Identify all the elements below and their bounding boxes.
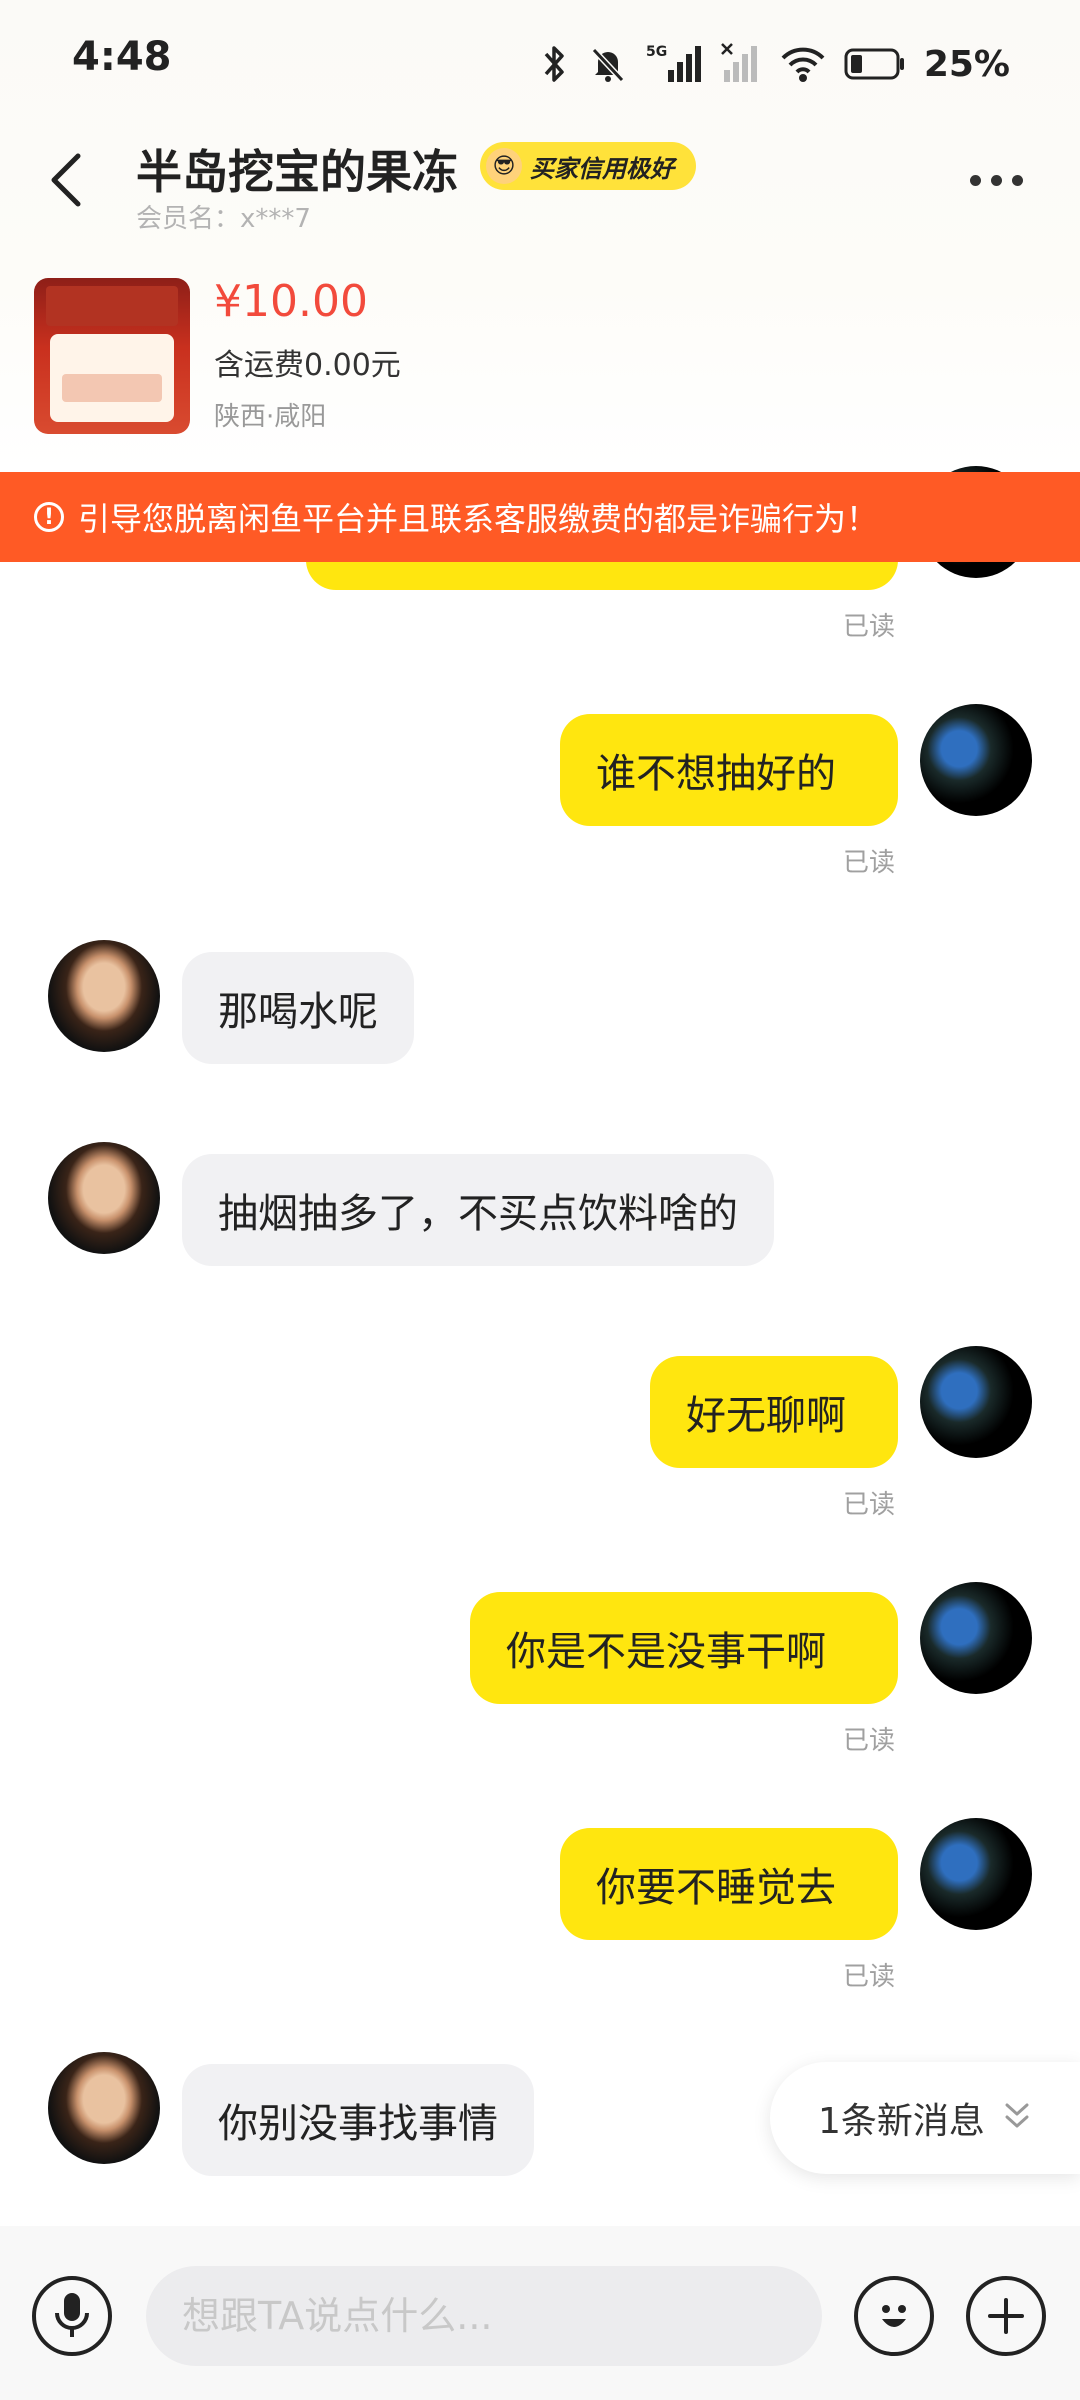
battery-percent: 25% — [923, 43, 1010, 85]
avatar-me[interactable] — [920, 1818, 1032, 1930]
message-bubble[interactable]: 好无聊啊 — [650, 1356, 898, 1468]
wifi-icon — [781, 47, 825, 82]
back-button[interactable] — [46, 150, 86, 210]
more-actions-button[interactable] — [966, 2276, 1046, 2356]
signal-5g-icon: 5G — [646, 44, 701, 82]
avatar-me[interactable] — [920, 1346, 1032, 1458]
emoji-button[interactable] — [854, 2276, 934, 2356]
message-bubble[interactable]: 你别没事找事情 — [182, 2064, 534, 2176]
microphone-icon — [55, 2293, 89, 2337]
message-input[interactable] — [146, 2266, 822, 2366]
credit-badge-label: 买家信用极好 — [530, 154, 674, 183]
more-dot-icon — [1012, 174, 1023, 186]
product-thumbnail[interactable] — [34, 278, 190, 434]
read-receipt: 已读 — [843, 1962, 896, 1992]
voice-input-button[interactable] — [32, 2276, 112, 2356]
product-location: 陕西·咸阳 — [214, 402, 327, 432]
product-shipping: 含运费0.00元 — [214, 348, 401, 383]
more-options-button[interactable] — [970, 160, 1040, 200]
credit-badge: 😎 买家信用极好 — [480, 142, 696, 190]
plus-icon — [988, 2298, 1024, 2334]
bell-muted-icon — [591, 47, 625, 83]
message-bubble[interactable]: 那喝水呢 — [182, 952, 414, 1064]
thumbnail-banner — [46, 286, 178, 326]
message-bubble[interactable]: 抽烟抽多了，不买点饮料啥的 — [182, 1154, 774, 1266]
thumbnail-button — [62, 374, 162, 402]
signal-empty-icon — [720, 43, 757, 82]
member-name: 会员名：x***7 — [136, 204, 311, 234]
more-dot-icon — [991, 174, 1002, 186]
network-type: 5G — [646, 44, 667, 60]
avatar-me[interactable] — [920, 704, 1032, 816]
message-bubble[interactable]: 你是不是没事干啊 — [470, 1592, 898, 1704]
new-messages-label: 1条新消息 — [818, 2101, 985, 2142]
read-receipt: 已读 — [843, 848, 896, 878]
read-receipt: 已读 — [843, 1726, 896, 1756]
status-icons: 5G 25% — [540, 36, 1010, 92]
bluetooth-icon — [544, 46, 564, 82]
seller-name[interactable]: 半岛挖宝的果冻 — [136, 136, 458, 202]
read-receipt: 已读 — [843, 1490, 896, 1520]
read-receipt: 已读 — [843, 612, 896, 642]
battery-icon — [844, 48, 904, 80]
more-dot-icon — [970, 174, 981, 186]
fraud-warning-text: 引导您脱离闲鱼平台并且联系客服缴费的都是诈骗行为！ — [78, 500, 879, 538]
avatar-them[interactable] — [48, 2052, 160, 2164]
double-chevron-down-icon — [1003, 2101, 1031, 2136]
message-bubble[interactable]: 谁不想抽好的 — [560, 714, 898, 826]
fraud-warning-banner: ! 引导您脱离闲鱼平台并且联系客服缴费的都是诈骗行为！ — [0, 472, 1080, 562]
status-time: 4:48 — [72, 34, 172, 80]
smiley-icon — [882, 2305, 906, 2327]
alert-circle-icon: ! — [34, 502, 64, 532]
product-price: ¥10.00 — [214, 276, 368, 327]
sunglasses-emoji-icon: 😎 — [486, 148, 522, 184]
chevron-left-icon — [51, 153, 81, 207]
avatar-them[interactable] — [48, 1142, 160, 1254]
message-bubble[interactable]: 你要不睡觉去 — [560, 1828, 898, 1940]
avatar-them[interactable] — [48, 940, 160, 1052]
avatar-me[interactable] — [920, 1582, 1032, 1694]
new-messages-button[interactable]: 1条新消息 — [770, 2062, 1080, 2174]
